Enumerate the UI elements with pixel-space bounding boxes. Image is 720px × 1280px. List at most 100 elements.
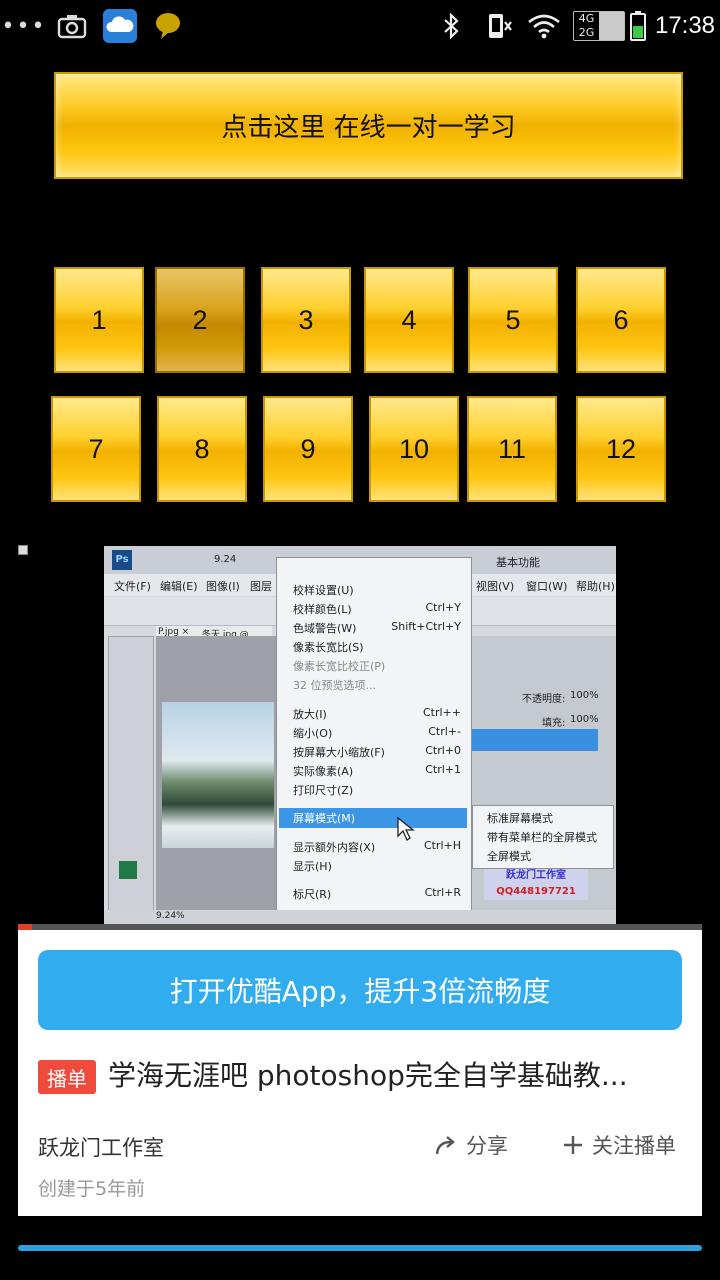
menu-row-shortcut: Ctrl+1 bbox=[425, 763, 461, 776]
lesson-tile-8[interactable]: 8 bbox=[157, 396, 247, 502]
follow-label: 关注播单 bbox=[592, 1134, 676, 1158]
photoshop-logo-icon: Ps bbox=[112, 550, 132, 570]
menu-row: 校样颜色(L) Ctrl+Y bbox=[293, 601, 461, 619]
ps-screen-mode-submenu: 标准屏幕模式 带有菜单栏的全屏模式 全屏模式 bbox=[472, 805, 614, 869]
menu-row: 像素长宽比(S) bbox=[293, 639, 461, 657]
lesson-tile-3[interactable]: 3 bbox=[261, 267, 351, 373]
video-player[interactable]: Ps 9.24 基本功能 文件(F) 编辑(E) 图像(I) 图层 视图(V) … bbox=[104, 546, 616, 924]
menu-row-shortcut: Ctrl+R bbox=[424, 886, 461, 899]
ps-workspace: 基本功能 bbox=[496, 556, 540, 569]
menu-row: 32 位预览选项... bbox=[293, 677, 461, 695]
playlist-card: 打开优酷App，提升3倍流畅度 播单 学海无涯吧 photoshop完全自学基础… bbox=[18, 930, 702, 1216]
lesson-tile-label: 7 bbox=[88, 433, 104, 464]
studio-watermark: 跃龙门工作室 QQ448197721 bbox=[484, 868, 588, 900]
menu-row: 按屏幕大小缩放(F) Ctrl+0 bbox=[293, 744, 461, 762]
open-app-label: 打开优酷App，提升3倍流畅度 bbox=[169, 975, 551, 1008]
share-button[interactable]: 分享 bbox=[434, 1128, 508, 1162]
menu-row: 像素长宽比校正(P) bbox=[293, 658, 461, 676]
playlist-badge: 播单 bbox=[38, 1060, 96, 1094]
lesson-tile-label: 11 bbox=[497, 433, 527, 464]
ps-view-dropdown: 校样设置(U) 校样颜色(L) Ctrl+Y 色域警告(W) Shift+Ctrl+… bbox=[276, 557, 472, 924]
broken-image-icon bbox=[18, 545, 28, 555]
submenu-item: 全屏模式 bbox=[487, 850, 531, 863]
winter-photo bbox=[162, 702, 274, 848]
lesson-tile-1[interactable]: 1 bbox=[54, 267, 144, 373]
menu-row: 显示额外内容(X) Ctrl+H bbox=[293, 839, 461, 857]
ps-menu-item: 图层 bbox=[250, 580, 272, 593]
ps-selected-layer bbox=[472, 729, 598, 751]
menu-row: 缩小(O) Ctrl+- bbox=[293, 725, 461, 743]
more-dots-icon: ••• bbox=[1, 13, 47, 39]
ps-menu-item: 编辑(E) bbox=[160, 580, 198, 593]
menu-row-label: 像素长宽比校正(P) bbox=[293, 660, 386, 673]
menu-row: 打印尺寸(Z) bbox=[293, 782, 461, 800]
menu-row-label: 打印尺寸(Z) bbox=[293, 784, 354, 797]
lesson-tile-label: 8 bbox=[194, 433, 210, 464]
ps-status-zoom: 9.24% bbox=[156, 911, 185, 921]
lesson-tile-11[interactable]: 11 bbox=[467, 396, 557, 502]
menu-row-label: 屏幕模式(M) bbox=[293, 812, 356, 825]
watermark-line: QQ448197721 bbox=[496, 886, 576, 897]
cloud-app-icon bbox=[103, 0, 137, 52]
submenu-item: 标准屏幕模式 bbox=[487, 812, 553, 825]
lesson-tile-label: 5 bbox=[505, 304, 521, 335]
menu-row: 校样设置(U) bbox=[293, 582, 461, 600]
lesson-tile-9[interactable]: 9 bbox=[263, 396, 353, 502]
plus-icon bbox=[564, 1136, 582, 1154]
lesson-tile-10[interactable]: 10 bbox=[369, 396, 459, 502]
ps-menu-item: 窗口(W) bbox=[526, 580, 568, 593]
share-label: 分享 bbox=[466, 1134, 508, 1158]
mouse-cursor-icon bbox=[396, 816, 416, 846]
submenu-item: 带有菜单栏的全屏模式 bbox=[487, 831, 597, 844]
silent-phone-icon bbox=[486, 0, 514, 52]
opacity-value: 100% bbox=[570, 690, 599, 701]
battery-icon bbox=[628, 0, 648, 52]
lesson-tile-label: 2 bbox=[192, 304, 208, 335]
lesson-tile-4[interactable]: 4 bbox=[364, 267, 454, 373]
ps-menu-item: 视图(V) bbox=[476, 580, 515, 593]
menu-row-label: 显示(H) bbox=[293, 860, 332, 873]
follow-playlist-button[interactable]: 关注播单 bbox=[562, 1128, 676, 1162]
lesson-tile-12[interactable]: 12 bbox=[576, 396, 666, 502]
created-time: 创建于5年前 bbox=[38, 1178, 146, 1200]
lesson-tile-6[interactable]: 6 bbox=[576, 267, 666, 373]
fill-label: 填充: bbox=[542, 718, 566, 729]
ps-menu-item: 帮助(H) bbox=[576, 580, 615, 593]
menu-row-label: 色域警告(W) bbox=[293, 622, 357, 635]
lesson-tile-label: 9 bbox=[300, 433, 316, 464]
lesson-tile-label: 1 bbox=[91, 304, 107, 335]
open-youku-app-button[interactable]: 打开优酷App，提升3倍流畅度 bbox=[38, 950, 682, 1030]
status-bar: ••• 4G 2G 17:38 bbox=[0, 0, 720, 52]
menu-row-shortcut: Ctrl+Y bbox=[425, 601, 461, 614]
banner-label: 点击这里 在线一对一学习 bbox=[221, 113, 516, 143]
menu-row: 色域警告(W) Shift+Ctrl+Y bbox=[293, 620, 461, 638]
menu-row-shortcut: Ctrl+0 bbox=[425, 744, 461, 757]
opacity-label: 不透明度: bbox=[522, 694, 566, 705]
camera-icon bbox=[56, 0, 88, 52]
ps-status-bar: 9.24% bbox=[104, 910, 616, 924]
menu-row-label: 缩小(O) bbox=[293, 727, 333, 740]
menu-row-label: 32 位预览选项... bbox=[293, 679, 376, 692]
playlist-title: 学海无涯吧 photoshop完全自学基础教... bbox=[108, 1059, 628, 1092]
menu-row: 显示(H) bbox=[293, 858, 461, 876]
menu-row-label: 像素长宽比(S) bbox=[293, 641, 364, 654]
lesson-tile-5[interactable]: 5 bbox=[468, 267, 558, 373]
lesson-tile-label: 10 bbox=[398, 433, 430, 464]
network-bottom-label: 2G bbox=[578, 26, 595, 39]
menu-row-label: 显示额外内容(X) bbox=[293, 841, 376, 854]
network-top-label: 4G bbox=[578, 12, 595, 25]
author-name[interactable]: 跃龙门工作室 bbox=[38, 1132, 164, 1162]
lesson-tile-label: 6 bbox=[613, 304, 629, 335]
lesson-tile-7[interactable]: 7 bbox=[51, 396, 141, 502]
network-type-icon: 4G 2G bbox=[572, 0, 626, 52]
menu-row: 放大(I) Ctrl++ bbox=[293, 706, 461, 724]
menu-row-shortcut: Ctrl++ bbox=[422, 706, 461, 719]
bottom-accent-bar bbox=[18, 1245, 702, 1251]
menu-row-label: 校样设置(U) bbox=[293, 584, 354, 597]
foreground-color-swatch bbox=[119, 861, 137, 879]
wifi-icon bbox=[526, 0, 562, 52]
menu-row-shortcut: Ctrl+H bbox=[423, 839, 461, 852]
ps-menu-item: 图像(I) bbox=[206, 580, 240, 593]
online-tutoring-banner[interactable]: 点击这里 在线一对一学习 bbox=[54, 72, 683, 179]
lesson-tile-2[interactable]: 2 bbox=[155, 267, 245, 373]
